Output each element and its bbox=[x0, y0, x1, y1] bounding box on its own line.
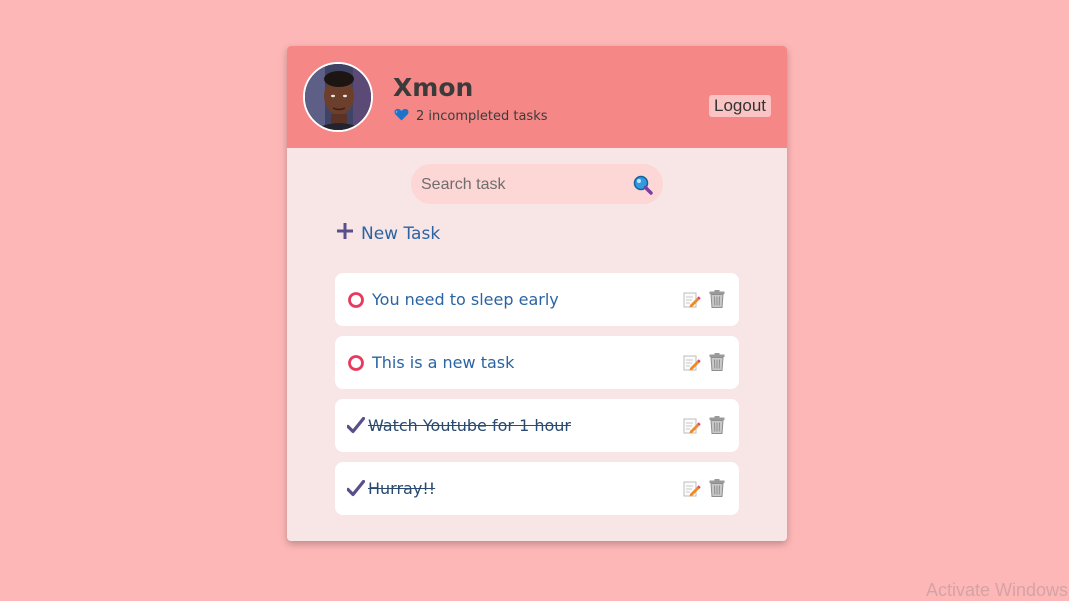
incomplete-circle-icon[interactable] bbox=[347, 291, 365, 309]
edit-icon[interactable] bbox=[683, 417, 701, 439]
plus-icon bbox=[337, 223, 353, 244]
edit-icon[interactable] bbox=[683, 291, 701, 313]
task-item: You need to sleep early bbox=[335, 273, 739, 326]
checkmark-icon[interactable] bbox=[347, 480, 365, 498]
avatar bbox=[303, 62, 373, 132]
edit-icon[interactable] bbox=[683, 480, 701, 502]
profile-header: Xmon 2 incompleted tasks Logout bbox=[287, 46, 787, 148]
search-icon[interactable] bbox=[633, 175, 653, 199]
task-item: Hurray!! bbox=[335, 462, 739, 515]
status-text: 2 incompleted tasks bbox=[416, 109, 548, 124]
task-text[interactable]: Watch Youtube for 1 hour bbox=[368, 416, 571, 435]
trash-icon[interactable] bbox=[709, 416, 725, 438]
task-item: Watch Youtube for 1 hour bbox=[335, 399, 739, 452]
task-text[interactable]: Hurray!! bbox=[368, 479, 435, 498]
new-task-label: New Task bbox=[361, 224, 440, 244]
new-task-button[interactable]: New Task bbox=[337, 223, 440, 244]
username: Xmon bbox=[393, 73, 473, 102]
activation-watermark: Activate Windows bbox=[926, 580, 1068, 601]
todo-card: Xmon 2 incompleted tasks Logout bbox=[287, 46, 787, 541]
logout-button[interactable]: Logout bbox=[709, 95, 771, 117]
incomplete-count: 2 incompleted tasks bbox=[394, 108, 548, 125]
task-item: This is a new task bbox=[335, 336, 739, 389]
incomplete-circle-icon[interactable] bbox=[347, 354, 365, 372]
task-text[interactable]: This is a new task bbox=[372, 353, 514, 372]
search-bar bbox=[411, 164, 663, 204]
checkmark-icon[interactable] bbox=[347, 417, 365, 435]
trash-icon[interactable] bbox=[709, 479, 725, 501]
trash-icon[interactable] bbox=[709, 290, 725, 312]
trash-icon[interactable] bbox=[709, 353, 725, 375]
search-input[interactable] bbox=[419, 164, 623, 206]
heart-icon bbox=[394, 108, 409, 125]
edit-icon[interactable] bbox=[683, 354, 701, 376]
task-text[interactable]: You need to sleep early bbox=[372, 290, 559, 309]
